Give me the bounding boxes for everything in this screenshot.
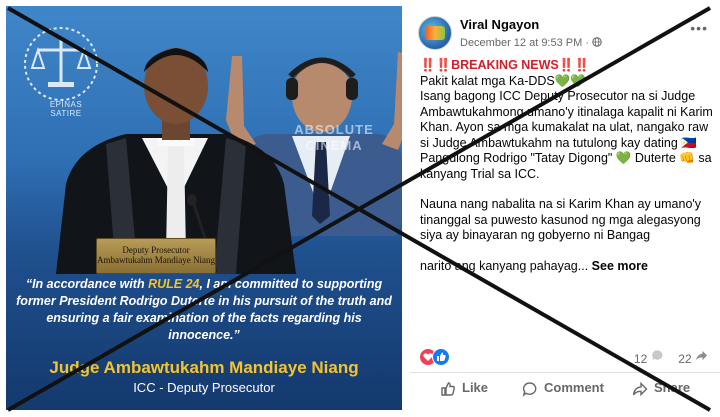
post-line-1: Pakit kalat mga Ka-DDS💚💚	[420, 73, 586, 88]
like-reaction-icon	[432, 348, 450, 366]
engagement-counts: 12 22	[634, 349, 708, 366]
like-label: Like	[462, 380, 489, 395]
quote-text: “In accordance with RULE 24, I am commit…	[16, 276, 392, 344]
page-avatar[interactable]	[418, 16, 452, 50]
post-body: ‼️‼️BREAKING NEWS‼️‼️ Pakit kalat mga Ka…	[420, 58, 716, 274]
see-more-link[interactable]: See more	[592, 259, 648, 273]
more-options-icon[interactable]: •••	[690, 20, 708, 36]
post-meta: December 12 at 9:53 PM ·	[460, 37, 602, 49]
share-count-icon	[695, 350, 708, 361]
quote-highlight: RULE 24	[148, 277, 200, 291]
reactions-summary[interactable]	[420, 348, 450, 366]
post-line-3: Nauna nang nabalita na si Karim Khan ay …	[420, 197, 702, 242]
post-line-4-text: narito ang kanyang pahayag...	[420, 258, 589, 273]
post-line-2: Isang bagong ICC Deputy Prosecutor na si…	[420, 89, 713, 181]
like-button[interactable]: Like	[440, 380, 488, 397]
screenshot-frame: EPINAS SATIRE ABSOLUTE CINEMA Deputy Pro…	[0, 0, 720, 417]
page-name-link[interactable]: Viral Ngayon	[460, 17, 539, 32]
post-image[interactable]: EPINAS SATIRE ABSOLUTE CINEMA Deputy Pro…	[6, 6, 402, 410]
share-label: Share	[654, 380, 691, 395]
globe-icon	[592, 37, 602, 47]
shares-count[interactable]: 22	[678, 352, 691, 366]
comment-icon	[522, 381, 537, 397]
action-bar: Like Comment Share	[410, 372, 720, 403]
nameplate-title: Deputy Prosecutor	[122, 245, 190, 255]
judge-title: ICC - Deputy Prosecutor	[133, 380, 275, 395]
nameplate: Deputy Prosecutor Ambawtukahm Mandiaye N…	[96, 238, 216, 274]
nameplate-name: Ambawtukahm Mandiaye Niang	[97, 255, 215, 265]
breaking-news-line: ‼️‼️BREAKING NEWS‼️‼️	[420, 58, 590, 72]
thumbs-up-icon	[441, 381, 456, 396]
comment-button[interactable]: Comment	[522, 380, 604, 397]
comments-count[interactable]: 12	[634, 352, 647, 366]
facebook-post: Viral Ngayon December 12 at 9:53 PM · ••…	[410, 0, 720, 417]
share-icon	[632, 381, 648, 396]
judge-name: Judge Ambawtukahm Mandiaye Niang	[49, 358, 359, 377]
comment-label: Comment	[544, 380, 604, 395]
comment-count-icon	[651, 350, 663, 361]
share-button[interactable]: Share	[632, 380, 690, 397]
quote-part1: “In accordance with	[25, 277, 149, 291]
avatar-logo	[425, 26, 445, 40]
post-timestamp[interactable]: December 12 at 9:53 PM ·	[460, 37, 592, 49]
post-line-4: narito ang kanyang pahayag... See more	[420, 259, 716, 275]
